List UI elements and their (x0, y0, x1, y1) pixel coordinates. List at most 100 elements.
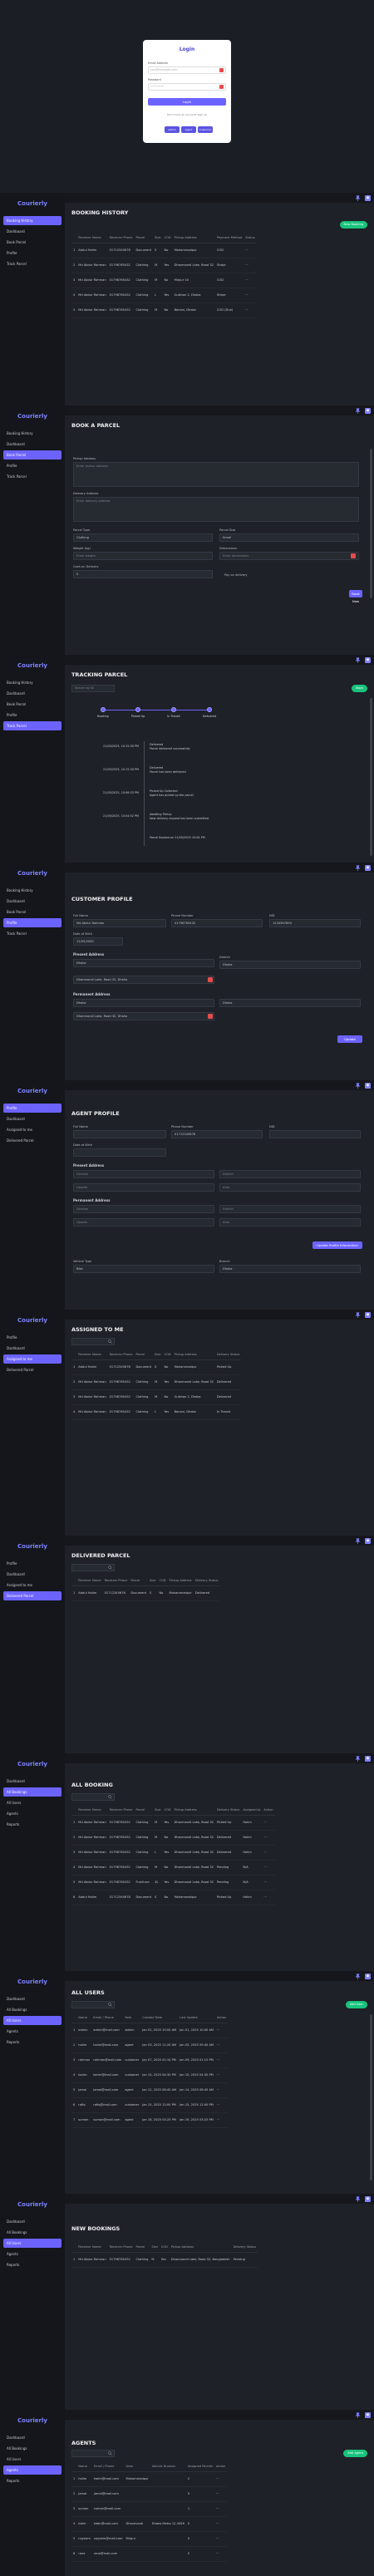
pin-icon[interactable] (354, 1311, 361, 1318)
table-row[interactable]: 1 Md Abdur Rahman 01798765432 Clothing M Yes D… (71, 2252, 258, 2268)
table-row[interactable]: 1 Abdul Halim 01712345678 Document S No Mohamm… (71, 1585, 220, 1601)
table-cell[interactable]: ··· (215, 2067, 229, 2083)
sidebar-item-booking-history[interactable]: Booking History (3, 429, 62, 438)
table-cell[interactable]: ··· (262, 1845, 275, 1861)
table-cell[interactable]: ··· (262, 1860, 275, 1875)
sidebar-item-all-users[interactable]: All Users (3, 2016, 62, 2025)
role-agent-button[interactable]: Agent (181, 126, 196, 133)
role-admin-button[interactable]: Admin (165, 126, 180, 133)
sidebar-item-track-parcel[interactable]: Track Parcel (3, 929, 62, 938)
district-select[interactable]: District (219, 1170, 361, 1178)
sidebar-item-dashboard[interactable]: Dashboard (3, 2217, 62, 2226)
sidebar-item-delivered[interactable]: Delivered Parcel (3, 1365, 62, 1374)
sidebar-item-profile[interactable]: Profile (3, 918, 62, 927)
user-icon[interactable] (364, 1755, 371, 1762)
table-row[interactable]: 3 Md Abdur Rahman 01798765432 Clothing L Yes D… (71, 1845, 275, 1861)
sidebar-item-profile[interactable]: Profile (3, 1104, 62, 1113)
table-cell[interactable]: ··· (244, 302, 257, 318)
table-cell[interactable]: ··· (262, 1890, 275, 1905)
sidebar-item-booking-history[interactable]: Booking History (3, 216, 62, 225)
back-button[interactable]: Back (352, 685, 367, 692)
perm-district-select[interactable]: District (219, 1205, 361, 1213)
table-row[interactable]: 1 halim halim@mail.com Mohammadpur 2 ··· (71, 2471, 228, 2487)
new-booking-button[interactable]: New Booking (339, 221, 367, 229)
sidebar-item-all-bookings[interactable]: All Bookings (3, 2444, 62, 2453)
table-cell[interactable]: ··· (262, 1875, 275, 1890)
table-row[interactable]: 3 sumon sumon@mail.com 1 ··· (71, 2501, 228, 2517)
table-row[interactable]: 4 Md Abdur Rahman 01798765432 Clothing L Yes G… (71, 288, 257, 303)
sidebar-item-assigned[interactable]: Assigned to me (3, 1354, 62, 1364)
parcel-type-select[interactable]: Clothing (73, 533, 213, 542)
sidebar-item-agents[interactable]: Agents (3, 2249, 62, 2259)
sidebar-item-assigned[interactable]: Assigned to me (3, 1125, 62, 1134)
sidebar-item-profile[interactable]: Profile (3, 248, 62, 258)
present-district-select[interactable]: Dhaka (219, 961, 361, 969)
table-row[interactable]: 3 rahman rahman@mail.com customer Jan 07, 20… (71, 2052, 229, 2068)
user-icon[interactable] (364, 2195, 371, 2202)
table-cell[interactable]: ··· (214, 2471, 228, 2487)
table-row[interactable]: 7 sumon sumon@mail.com agent Jan 18, 2025 03… (71, 2112, 229, 2128)
vehicle-select[interactable]: Bike (73, 1265, 214, 1273)
table-row[interactable]: 5 jamal jamal@mail.com agent Jan 12, 2025 08… (71, 2082, 229, 2098)
division-select[interactable]: Division (73, 1170, 214, 1178)
table-cell[interactable]: ··· (215, 2052, 229, 2068)
book-now-button[interactable]: Book Now (349, 590, 362, 603)
table-row[interactable]: 6 rana rana@mail.com 0 ··· (71, 2546, 228, 2562)
name-input[interactable]: Md Abdur Rahman (73, 919, 166, 927)
table-row[interactable]: 1 Abdul Halim 01712345678 Document S No Mohamm… (71, 1359, 242, 1375)
sidebar-item-book-parcel[interactable]: Book Parcel (3, 450, 62, 460)
present-address-input[interactable]: Dhanmondi Lake, Road 32, Dhaka (73, 976, 214, 984)
cod-input[interactable]: 0 (73, 570, 213, 578)
email-field[interactable]: you@example.com (148, 66, 226, 74)
table-row[interactable]: 2 Md Abdur Rahman 01798765432 Clothing M Yes D… (71, 258, 257, 273)
table-cell[interactable]: ··· (215, 2023, 229, 2038)
table-row[interactable]: 1 Abdul Halim 01712345678 Document S No Mohamm… (71, 243, 257, 258)
search-input[interactable] (71, 1793, 115, 1801)
sidebar-item-booking-history[interactable]: Booking History (3, 678, 62, 687)
sidebar-item-book-parcel[interactable]: Book Parcel (3, 907, 62, 917)
update-profile-button[interactable]: Update Profile Information (312, 1241, 362, 1249)
user-icon[interactable] (364, 1973, 371, 1979)
table-row[interactable]: 4 Md Abdur Rahman 01798765432 Clothing L Yes B… (71, 1404, 242, 1420)
user-icon[interactable] (364, 656, 371, 663)
table-row[interactable]: 2 jamal jamal@mail.com 0 ··· (71, 2486, 228, 2502)
sidebar-item-dashboard[interactable]: Dashboard (3, 689, 62, 698)
phone-input[interactable]: 01712345678 (171, 1130, 263, 1138)
scrollbar[interactable] (370, 449, 372, 598)
weight-input[interactable]: Enter weight (73, 552, 213, 560)
table-cell[interactable]: ··· (215, 2082, 229, 2098)
user-icon[interactable] (364, 2411, 371, 2418)
sidebar-item-profile[interactable]: Profile (3, 710, 62, 720)
sidebar-item-all-users[interactable]: All Users (3, 2239, 62, 2248)
table-cell[interactable]: ··· (244, 258, 257, 273)
pin-icon[interactable] (354, 1755, 361, 1762)
perm-upazila-select[interactable]: Upazila (73, 1218, 214, 1227)
sidebar-item-agents[interactable]: Agents (3, 2465, 62, 2475)
sidebar-item-all-users[interactable]: All Users (3, 1798, 62, 1807)
table-cell[interactable]: ··· (262, 1830, 275, 1846)
sidebar-item-book-parcel[interactable]: Book Parcel (3, 238, 62, 247)
dob-input[interactable] (73, 1148, 166, 1157)
table-cell[interactable]: ··· (215, 2038, 229, 2053)
pin-icon[interactable] (354, 194, 361, 201)
sidebar-item-dashboard[interactable]: Dashboard (3, 1570, 62, 1579)
permanent-address-input[interactable]: Dhanmondi Lake, Road 32, Dhaka (73, 1012, 214, 1020)
sidebar-item-profile[interactable]: Profile (3, 1333, 62, 1342)
table-cell[interactable]: ··· (244, 288, 257, 303)
sidebar-item-dashboard[interactable]: Dashboard (3, 897, 62, 906)
table-cell[interactable]: ··· (214, 2516, 228, 2532)
sidebar-item-agents[interactable]: Agents (3, 2027, 62, 2036)
cod-checkbox-label[interactable]: Pay on delivery (224, 573, 248, 577)
branch-select[interactable]: Dhaka (219, 1265, 361, 1273)
table-cell[interactable]: ··· (244, 273, 257, 288)
role-customer-button[interactable]: Customer (198, 126, 213, 133)
sidebar-item-booking-history[interactable]: Booking History (3, 886, 62, 895)
sidebar-item-dashboard[interactable]: Dashboard (3, 2433, 62, 2442)
phone-input[interactable]: 01798765432 (171, 919, 263, 927)
perm-area-input[interactable]: Area (219, 1218, 361, 1227)
sidebar-item-dashboard[interactable]: Dashboard (3, 1777, 62, 1786)
nid-input[interactable] (269, 1130, 361, 1138)
user-icon[interactable] (364, 194, 371, 201)
table-row[interactable]: 4 karim karim@mail.com customer Jan 10, 2025… (71, 2067, 229, 2083)
table-row[interactable]: 6 rafiq rafiq@mail.com customer Jan 15, 2025… (71, 2097, 229, 2113)
